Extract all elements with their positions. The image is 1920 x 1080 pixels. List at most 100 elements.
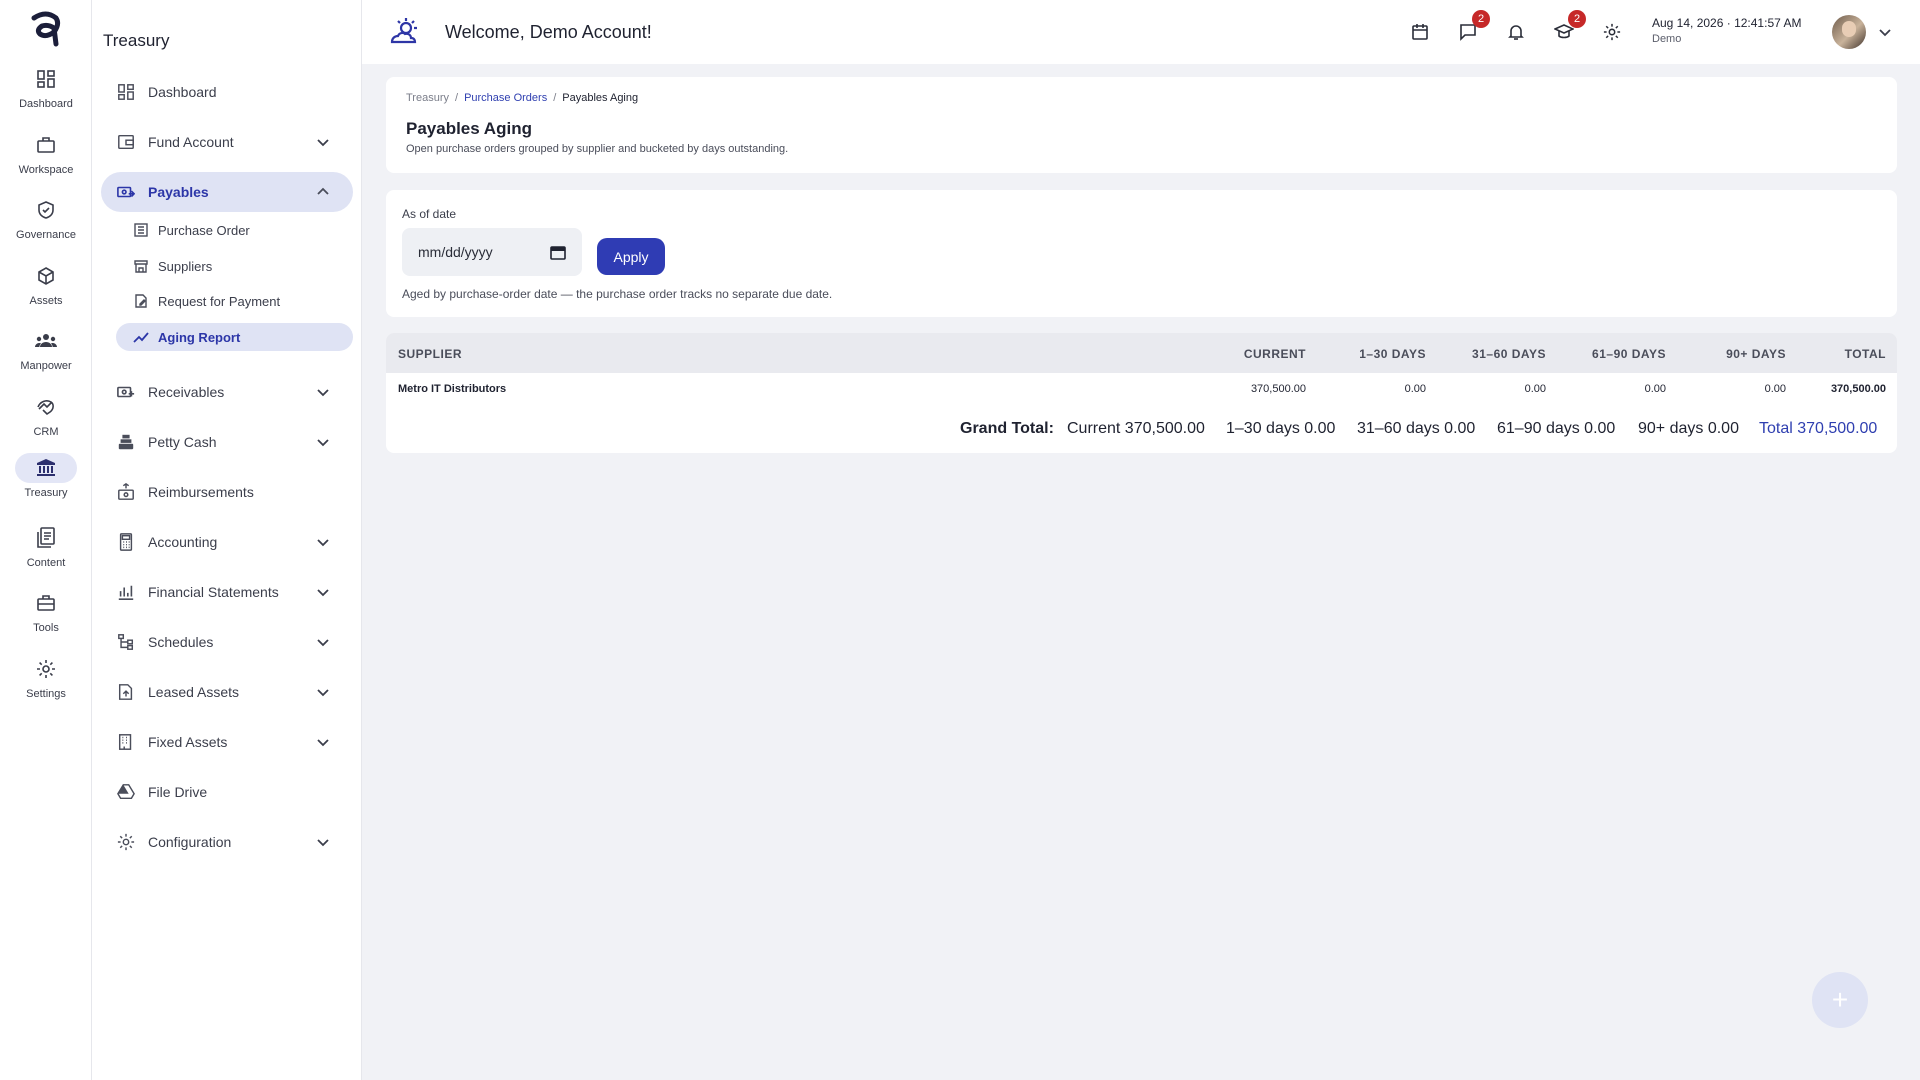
rail-item-manpower[interactable]: Manpower: [15, 326, 77, 384]
nav-item-configuration[interactable]: Configuration: [101, 822, 353, 862]
bank-icon: [15, 453, 77, 483]
rail-item-crm[interactable]: CRM: [15, 392, 77, 450]
chevron-down-icon[interactable]: [1877, 24, 1893, 40]
breadcrumb-purchase-orders[interactable]: Purchase Orders: [464, 92, 547, 104]
rail-label: Content: [26, 557, 66, 569]
gear-icon: [15, 654, 77, 684]
nav-label: Reimbursements: [148, 484, 254, 500]
avatar[interactable]: [1832, 15, 1866, 49]
cell-31-60: 0.00: [1524, 383, 1546, 395]
cash-register-icon: [114, 430, 138, 454]
nav-label: Fund Account: [148, 134, 234, 150]
breadcrumb: Treasury / Purchase Orders / Payables Ag…: [406, 92, 638, 104]
cell-61-90: 0.00: [1644, 383, 1666, 395]
col-31-60: 31–60 DAYS: [1472, 347, 1546, 361]
bell-icon[interactable]: [1504, 20, 1528, 44]
breadcrumb-root[interactable]: Treasury: [406, 92, 449, 104]
sub-item-purchase-order[interactable]: Purchase Order: [116, 216, 353, 244]
nav-item-file-drive[interactable]: File Drive: [101, 772, 353, 812]
sub-item-suppliers[interactable]: Suppliers: [116, 252, 353, 280]
filter-card: As of date mm/dd/yyyy Apply Aged by purc…: [386, 190, 1897, 317]
cell-supplier: Metro IT Distributors: [398, 383, 507, 395]
col-90-plus: 90+ DAYS: [1726, 347, 1786, 361]
rail-item-assets[interactable]: Assets: [15, 261, 77, 319]
sub-item-request-for-payment[interactable]: Request for Payment: [116, 287, 353, 315]
col-61-90: 61–90 DAYS: [1592, 347, 1666, 361]
nav-item-leased-assets[interactable]: Leased Assets: [101, 672, 353, 712]
sub-label: Suppliers: [158, 258, 213, 274]
as-of-date-label: As of date: [402, 207, 457, 221]
nav-item-accounting[interactable]: Accounting: [101, 522, 353, 562]
nav-label: Dashboard: [148, 84, 217, 100]
add-fab-button[interactable]: +: [1812, 972, 1868, 1028]
nav-label: Petty Cash: [148, 434, 217, 450]
apply-button[interactable]: Apply: [597, 238, 665, 275]
chart-icon: [114, 580, 138, 604]
table-row[interactable]: Metro IT Distributors 370,500.00 0.00 0.…: [386, 373, 1897, 405]
nav-label: Receivables: [148, 384, 225, 400]
chevron-up-icon: [317, 187, 329, 195]
calendar-icon[interactable]: [550, 244, 566, 260]
store-icon: [132, 257, 150, 275]
gear-icon: [114, 830, 138, 854]
gear-icon[interactable]: [1600, 20, 1624, 44]
col-1-30: 1–30 DAYS: [1359, 347, 1426, 361]
app-logo-icon[interactable]: [28, 10, 64, 48]
nav-item-fund-account[interactable]: Fund Account: [101, 122, 353, 162]
nav-item-petty-cash[interactable]: Petty Cash: [101, 422, 353, 462]
rail-label: Assets: [29, 295, 63, 307]
nav-item-reimbursements[interactable]: Reimbursements: [101, 472, 353, 512]
rail-item-dashboard[interactable]: Dashboard: [15, 64, 77, 122]
sidebar-title: Treasury: [103, 31, 170, 50]
chevron-down-icon: [317, 139, 329, 147]
rail-item-content[interactable]: Content: [15, 523, 77, 581]
time-text: 12:41:57 AM: [1734, 16, 1802, 30]
grand-total-61-90: 61–90 days 0.00: [1497, 420, 1616, 437]
as-of-date-input[interactable]: mm/dd/yyyy: [402, 228, 582, 276]
sub-label: Purchase Order: [158, 222, 250, 238]
cell-90-plus: 0.00: [1764, 383, 1786, 395]
rail-item-workspace[interactable]: Workspace: [15, 130, 77, 188]
chevron-down-icon: [317, 389, 329, 397]
graduation-cap-icon[interactable]: 2: [1552, 10, 1586, 44]
grand-total-31-60: 31–60 days 0.00: [1357, 420, 1476, 437]
chevron-down-icon: [317, 839, 329, 847]
cell-total: 370,500.00: [1830, 383, 1886, 395]
calculator-icon: [114, 530, 138, 554]
messages-icon[interactable]: 2: [1456, 10, 1490, 44]
rail-item-governance[interactable]: Governance: [15, 195, 77, 253]
aging-hint: Aged by purchase-order date — the purcha…: [402, 287, 833, 301]
grand-total-current: Current 370,500.00: [1067, 420, 1205, 437]
rail-item-settings[interactable]: Settings: [15, 654, 77, 712]
nav-item-dashboard[interactable]: Dashboard: [101, 72, 353, 112]
breadcrumb-current: Payables Aging: [562, 92, 639, 104]
welcome-message: Welcome, Demo Account!: [445, 22, 652, 42]
nav-label: Fixed Assets: [148, 734, 228, 750]
sub-item-aging-report[interactable]: Aging Report: [116, 323, 353, 351]
nav-item-payables[interactable]: Payables: [101, 172, 353, 212]
cell-1-30: 0.00: [1404, 383, 1426, 395]
rail-item-tools[interactable]: Tools: [15, 588, 77, 646]
nav-item-receivables[interactable]: Receivables: [101, 372, 353, 412]
money-in-icon: [114, 380, 138, 404]
chevron-down-icon: [317, 639, 329, 647]
nav-item-fixed-assets[interactable]: Fixed Assets: [101, 722, 353, 762]
cash-hand-icon: [114, 480, 138, 504]
rail-label: Workspace: [18, 164, 74, 176]
date-placeholder: mm/dd/yyyy: [418, 244, 493, 260]
nav-item-financial-statements[interactable]: Financial Statements: [101, 572, 353, 612]
people-icon: [15, 326, 77, 356]
sub-label: Request for Payment: [158, 293, 281, 309]
cell-current: 370,500.00: [1250, 383, 1306, 395]
nav-label: Financial Statements: [148, 584, 279, 600]
calendar-icon[interactable]: [1408, 20, 1432, 44]
table-header: SUPPLIER CURRENT 1–30 DAYS 31–60 DAYS 61…: [386, 333, 1897, 373]
messages-badge: 2: [1472, 10, 1490, 28]
grand-total-total: Total 370,500.00: [1759, 420, 1878, 437]
nav-item-schedules[interactable]: Schedules: [101, 622, 353, 662]
rail-item-treasury[interactable]: Treasury: [15, 453, 77, 511]
datetime-display: Aug 14, 2026 · 12:41:57 AM Demo: [1652, 16, 1801, 45]
user-role: Demo: [1652, 33, 1682, 45]
col-current: CURRENT: [1243, 347, 1306, 361]
dashboard-icon: [15, 64, 77, 94]
